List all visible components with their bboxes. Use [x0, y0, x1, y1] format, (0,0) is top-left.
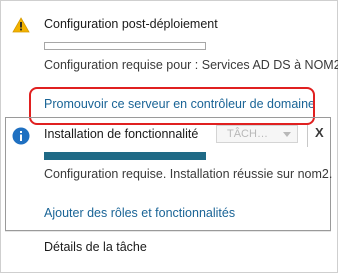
- warning-icon: [12, 17, 30, 33]
- notification-title: Installation de fonctionnalité: [44, 127, 199, 141]
- info-icon: [12, 127, 30, 145]
- notification-title: Configuration post-déploiement: [44, 17, 218, 31]
- notification-status: Configuration requise. Installation réus…: [44, 167, 333, 181]
- task-details-link[interactable]: Détails de la tâche: [44, 240, 147, 254]
- progress-bar: [44, 42, 206, 50]
- add-roles-features-link[interactable]: Ajouter des rôles et fonctionnalités: [44, 206, 235, 220]
- progress-bar: [44, 152, 206, 160]
- progress-fill: [45, 153, 205, 159]
- task-dropdown-button[interactable]: TÂCH…: [216, 125, 298, 143]
- divider: [5, 231, 331, 232]
- notifications-panel: Configuration post-déploiement Configura…: [0, 0, 338, 273]
- task-button-label: TÂCH…: [227, 128, 268, 140]
- chevron-down-icon: [283, 132, 291, 137]
- notification-status: Configuration requise pour : Services AD…: [44, 58, 338, 72]
- divider: [307, 125, 308, 147]
- close-button[interactable]: X: [315, 125, 324, 140]
